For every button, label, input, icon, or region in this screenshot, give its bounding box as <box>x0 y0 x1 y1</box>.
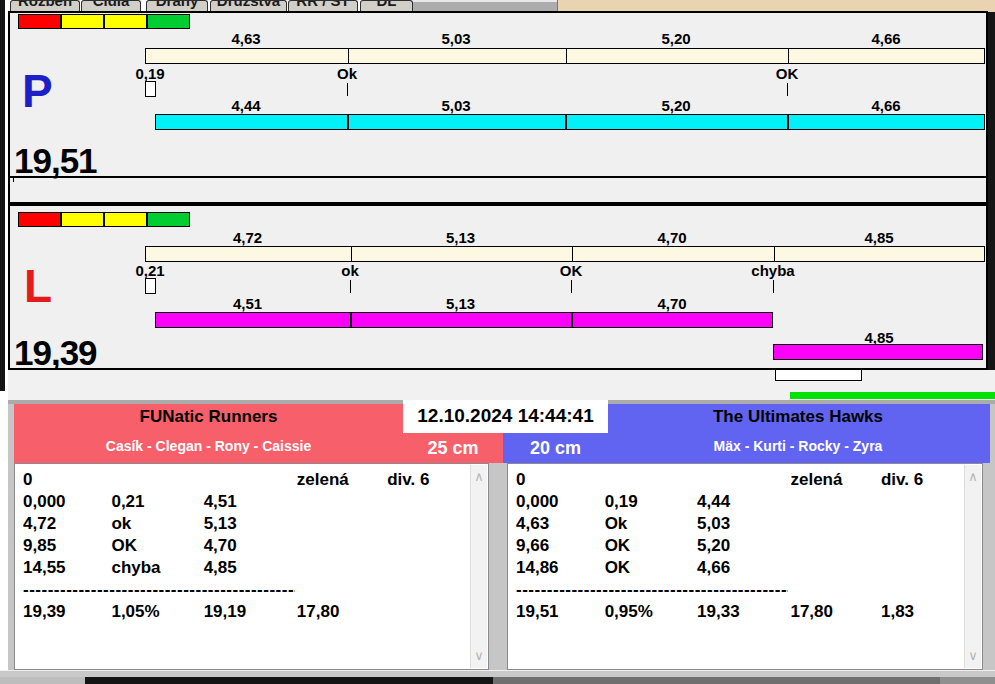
table-row: 4,63Ok5,03 <box>516 513 962 535</box>
status-light-green <box>147 14 190 29</box>
taskbar-light-left <box>0 677 85 684</box>
tab-cidla[interactable]: Čidla <box>81 0 141 11</box>
p-tick-1 <box>347 83 348 96</box>
p-start-box <box>145 81 156 97</box>
app-window: { "tabs": { "items": [ {"label": "Rozběh… <box>0 0 995 684</box>
p-split-top-2: 5,03 <box>347 30 565 47</box>
l-start-time: 0,21 <box>110 262 190 279</box>
scroll-up-icon[interactable]: ∧ <box>965 470 981 484</box>
p-start-time: 0,19 <box>110 65 190 82</box>
empty-white-box <box>775 369 862 381</box>
l-split-top-3: 4,70 <box>571 229 773 246</box>
table-row: 0zelenádiv. 6 <box>516 469 962 491</box>
tab-rozbeh[interactable]: Rozběh <box>10 0 80 11</box>
l-sensor-bar <box>145 246 985 262</box>
table-row: 14,86OK4,66 <box>516 557 962 579</box>
p-split-top-1: 4,63 <box>145 30 347 47</box>
table-row: 14,55chyba4,85 <box>23 557 468 579</box>
left-screen-edge <box>0 0 5 391</box>
status-light-yellow-2 <box>104 14 147 29</box>
team-left-results[interactable]: 0zelenádiv. 6 0,0000,214,51 4,72ok5,13 9… <box>14 463 489 670</box>
scrollbar-right[interactable]: ∧ ∨ <box>964 465 981 668</box>
team-right-members: Mäx - Kurti - Rocky - Zyra <box>608 438 988 454</box>
team-right-results[interactable]: 0zelenádiv. 6 0,0000,194,44 4,63Ok5,03 9… <box>507 463 983 670</box>
p-split-bottom-4: 4,66 <box>787 97 985 114</box>
lane-l-total: 19,39 <box>14 335 97 370</box>
p-dog-bar <box>155 114 985 130</box>
p-mark-1: Ok <box>307 65 387 82</box>
lane-l-label: L <box>24 263 52 309</box>
team-right-table: 0zelenádiv. 6 0,0000,194,44 4,63Ok5,03 9… <box>516 469 962 623</box>
l-dog-bar <box>155 312 773 328</box>
table-row: 0zelenádiv. 6 <box>23 469 468 491</box>
timestamp: 12.10.2024 14:44:41 <box>403 405 608 427</box>
lane-p-total: 19,51 <box>14 143 97 178</box>
table-separator: ----------------------------------------… <box>516 579 788 601</box>
l-split-bottom-1: 4,51 <box>145 295 350 312</box>
lane-separator-thick <box>8 202 988 206</box>
status-light-yellow-1-l <box>61 212 104 227</box>
l-mark-3: chyba <box>733 262 813 279</box>
p-split-bottom-3: 5,20 <box>565 97 787 114</box>
l-split-bottom-2: 5,13 <box>350 295 571 312</box>
p-split-bottom-2: 5,03 <box>347 97 565 114</box>
table-row: 0,0000,214,51 <box>23 491 468 513</box>
right-screen-edge <box>988 12 995 392</box>
tab-druzstva[interactable]: Družstva <box>210 0 287 11</box>
l-split-top-1: 4,72 <box>145 229 350 246</box>
tab-drahy[interactable]: Dráhy <box>146 0 208 11</box>
l-tick-1 <box>350 280 351 293</box>
l-tick-2 <box>571 280 572 293</box>
p-sensor-bar <box>145 48 985 64</box>
p-split-top-3: 5,20 <box>565 30 787 47</box>
table-row: 9,85OK4,70 <box>23 535 468 557</box>
bottom-ridge <box>0 670 995 677</box>
tab-rr-st[interactable]: RR / ST <box>288 0 358 11</box>
lane-p-label: P <box>22 68 53 114</box>
l-dog-bar-2 <box>773 344 983 360</box>
status-light-red-l <box>18 212 61 227</box>
team-left-members: Casík - Clegan - Rony - Caissie <box>14 438 403 454</box>
l-start-box <box>145 278 156 294</box>
lane-separator-thin <box>8 176 988 178</box>
taskbar-dark-segment <box>85 677 493 684</box>
team-left-table: 0zelenádiv. 6 0,0000,214,51 4,72ok5,13 9… <box>23 469 468 623</box>
team-right-name: The Ultimates Hawks <box>608 407 988 427</box>
tab-dl[interactable]: DL <box>360 0 413 11</box>
scroll-down-icon[interactable]: ∨ <box>471 649 487 663</box>
p-mark-2: OK <box>747 65 827 82</box>
table-summary-row: 19,391,05%19,1917,80 <box>23 601 468 623</box>
scroll-down-icon[interactable]: ∨ <box>965 649 981 663</box>
status-light-green-l <box>147 212 190 227</box>
p-tick-2 <box>787 83 788 96</box>
p-split-bottom-1: 4,44 <box>145 97 347 114</box>
table-separator: ----------------------------------------… <box>23 579 295 601</box>
scrollbar-left[interactable]: ∧ ∨ <box>470 465 487 668</box>
l-split-bottom-3: 4,70 <box>571 295 773 312</box>
scroll-up-icon[interactable]: ∧ <box>471 470 487 484</box>
taskbar-right-segment <box>940 677 995 684</box>
table-row: 4,72ok5,13 <box>23 513 468 535</box>
status-light-yellow-2-l <box>104 212 147 227</box>
table-row: 0,0000,194,44 <box>516 491 962 513</box>
table-summary-row: 19,510,95%19,3317,801,83 <box>516 601 962 623</box>
table-row: 9,66OK5,20 <box>516 535 962 557</box>
p-split-top-4: 4,66 <box>787 30 985 47</box>
l-mark-1: ok <box>310 262 390 279</box>
status-light-yellow-1 <box>61 14 104 29</box>
p-panel-tick <box>13 176 14 182</box>
green-progress-strip <box>790 392 995 399</box>
team-left-jump-height: 25 cm <box>403 438 503 459</box>
team-left-name: FUNatic Runners <box>14 407 403 427</box>
l-split-top-2: 5,13 <box>350 229 571 246</box>
l-split-top-4: 4,85 <box>773 229 985 246</box>
lanes-frame: 4,63 5,03 5,20 4,66 0,19 Ok OK 4,44 5,03… <box>8 11 988 370</box>
l-tick-3 <box>773 280 774 293</box>
status-light-red <box>18 14 61 29</box>
team-right-jump-height: 20 cm <box>503 438 608 459</box>
l-mark-2: OK <box>531 262 611 279</box>
